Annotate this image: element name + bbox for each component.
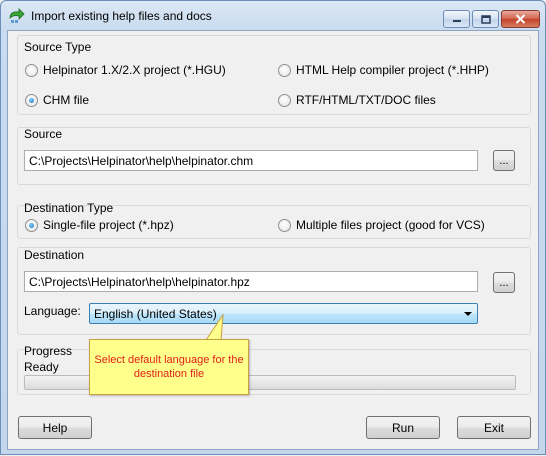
radio-rtf[interactable]: RTF/HTML/TXT/DOC files: [278, 93, 436, 107]
source-path-field[interactable]: C:\Projects\Helpinator\help\helpinator.c…: [24, 150, 478, 171]
radio-label: HTML Help compiler project (*.HHP): [296, 63, 489, 77]
dialog-window: Import existing help files and docs Sour…: [0, 0, 546, 455]
radio-hgu[interactable]: Helpinator 1.X/2.X project (*.HGU): [25, 63, 226, 77]
close-button[interactable]: [501, 10, 540, 28]
radio-indicator-selected: [25, 218, 38, 232]
help-button[interactable]: Help: [18, 416, 92, 439]
radio-indicator: [278, 218, 291, 232]
radio-label: Multiple files project (good for VCS): [296, 218, 485, 232]
minimize-button[interactable]: [443, 10, 470, 28]
progress-title: Progress: [24, 344, 73, 358]
radio-label: CHM file: [43, 93, 90, 107]
radio-indicator: [278, 93, 291, 107]
language-dropdown[interactable]: English (United States): [89, 303, 478, 324]
source-title: Source: [24, 127, 63, 141]
radio-multiple-files[interactable]: Multiple files project (good for VCS): [278, 218, 485, 232]
language-label: Language:: [24, 304, 81, 318]
destination-browse-button[interactable]: ...: [493, 272, 515, 293]
radio-label: Helpinator 1.X/2.X project (*.HGU): [43, 63, 226, 77]
destination-path-field[interactable]: C:\Projects\Helpinator\help\helpinator.h…: [24, 271, 478, 292]
destination-title: Destination: [24, 248, 85, 262]
import-icon: [9, 8, 25, 23]
chevron-down-icon: [464, 312, 472, 316]
window-title: Import existing help files and docs: [31, 9, 212, 23]
title-bar[interactable]: Import existing help files and docs: [1, 1, 545, 31]
maximize-icon: [480, 14, 491, 24]
radio-indicator: [25, 63, 38, 77]
radio-label: Single-file project (*.hpz): [43, 218, 174, 232]
source-type-title: Source Type: [24, 40, 92, 54]
radio-label: RTF/HTML/TXT/DOC files: [296, 93, 436, 107]
exit-button[interactable]: Exit: [457, 416, 531, 439]
radio-indicator-selected: [25, 93, 38, 107]
progress-status: Ready: [24, 360, 59, 374]
language-value: English (United States): [94, 307, 217, 321]
radio-single-file[interactable]: Single-file project (*.hpz): [25, 218, 174, 232]
maximize-button[interactable]: [472, 10, 499, 28]
callout-tooltip: Select default language for the destinat…: [89, 339, 249, 395]
minimize-icon: [452, 20, 461, 22]
run-button[interactable]: Run: [366, 416, 440, 439]
dialog-client: Source Type Helpinator 1.X/2.X project (…: [7, 30, 539, 450]
destination-type-title: Destination Type: [24, 201, 114, 215]
radio-indicator: [278, 63, 291, 77]
radio-chm[interactable]: CHM file: [25, 93, 89, 107]
source-browse-button[interactable]: ...: [493, 150, 515, 171]
close-icon: [515, 14, 526, 24]
radio-hhp[interactable]: HTML Help compiler project (*.HHP): [278, 63, 489, 77]
